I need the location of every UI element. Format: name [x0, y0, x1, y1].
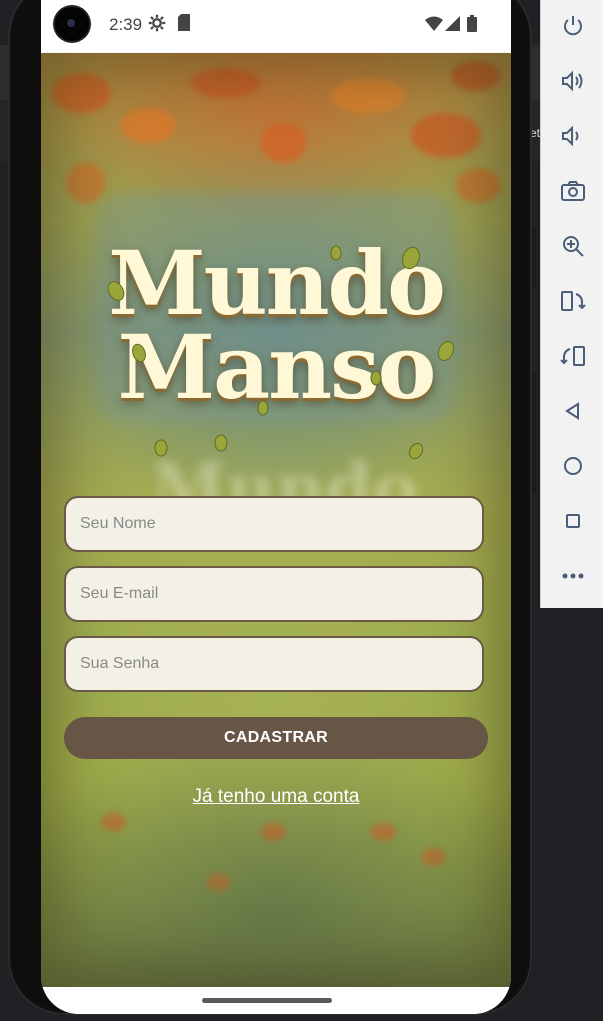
email-input[interactable] [64, 566, 484, 622]
phone-frame: 2:39 Mundo Mundo Manso Seu Nome Seu E-ma… [8, 0, 536, 1015]
volume-up-icon[interactable] [541, 57, 603, 105]
back-icon[interactable] [541, 387, 603, 435]
zoom-in-icon[interactable] [541, 222, 603, 270]
status-time: 2:39 [109, 15, 143, 34]
emulator-control-panel [540, 0, 603, 608]
camera-icon[interactable] [541, 167, 603, 215]
phone-side-button [532, 228, 536, 288]
more-icon[interactable] [541, 552, 603, 600]
battery-icon [467, 15, 477, 38]
overview-icon[interactable] [541, 497, 603, 545]
phone-side-button-2 [532, 374, 536, 494]
wifi-icon [425, 16, 443, 37]
power-icon[interactable] [541, 2, 603, 50]
signal-icon [445, 16, 460, 37]
signup-screen: Mundo Mundo Manso Seu Nome Seu E-mail CA… [41, 53, 511, 987]
home-icon[interactable] [541, 442, 603, 490]
volume-down-icon[interactable] [541, 112, 603, 160]
register-button[interactable]: CADASTRAR [64, 717, 488, 759]
rotate-left-icon[interactable] [541, 277, 603, 325]
settings-gear-icon [148, 14, 166, 38]
front-camera-icon [55, 7, 89, 41]
phone-screen: 2:39 Mundo Mundo Manso Seu Nome Seu E-ma… [41, 0, 511, 1014]
login-link[interactable]: Já tenho uma conta [41, 786, 511, 808]
rotate-right-icon[interactable] [541, 332, 603, 380]
title-leaves-decoration [107, 245, 455, 460]
sd-card-icon [177, 14, 191, 37]
status-bar: 2:39 [41, 0, 511, 52]
password-input[interactable] [64, 636, 484, 692]
name-input[interactable] [64, 496, 484, 552]
home-gesture-pill[interactable] [202, 998, 332, 1003]
